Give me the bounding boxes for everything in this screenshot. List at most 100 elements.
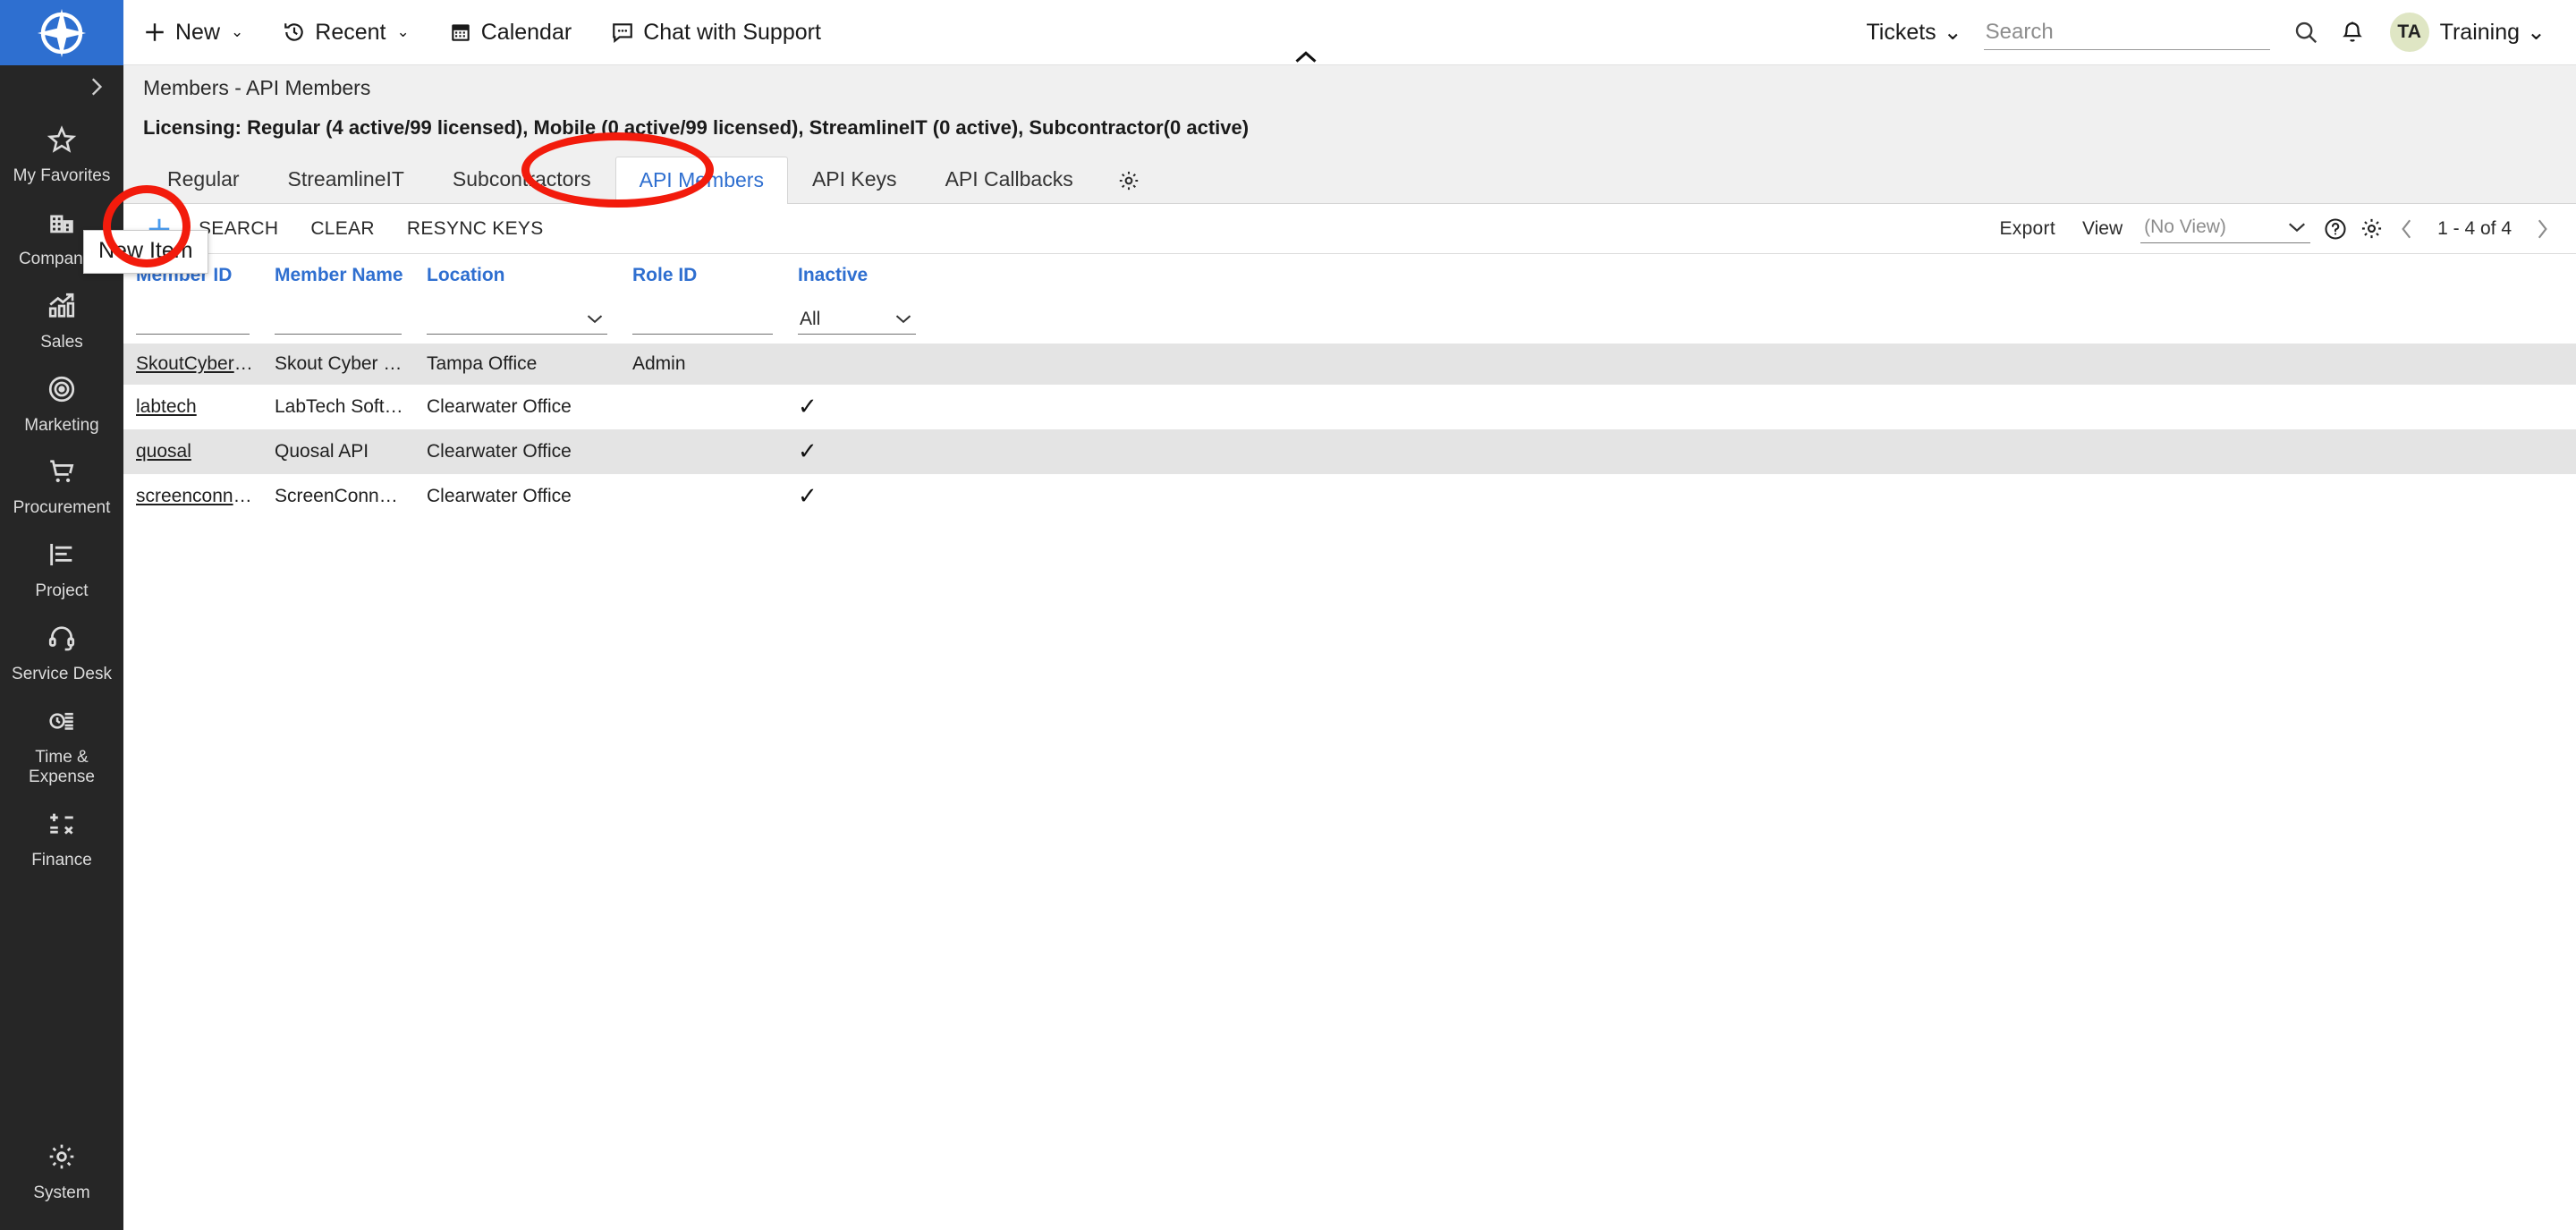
chevron-right-icon [84,75,107,103]
nav-calendar-label: Calendar [480,19,572,45]
table-row[interactable]: SkoutCyberSec Skout Cyber Secur... Tampa… [123,344,2576,385]
sidebar-item-service-desk[interactable]: Service Desk [0,610,123,693]
chevron-down-icon: ⌄ [396,23,410,40]
column-header-location[interactable]: Location [414,254,620,297]
export-button[interactable]: Export [1983,218,2072,240]
filter-cell-member-name [262,297,414,344]
sidebar-item-project[interactable]: Project [0,527,123,610]
nav-calendar-button[interactable]: Calendar [429,0,591,65]
view-select[interactable]: (No View) [2140,215,2311,243]
inactive-checkmark: ✓ [798,482,818,509]
member-id-link[interactable]: screenconnect [136,486,258,506]
cell-inactive [785,344,928,385]
tab-subcontractors[interactable]: Subcontractors [428,156,615,203]
sidebar-item-system[interactable]: System [0,1129,123,1212]
filter-input-member-id[interactable] [136,304,250,335]
tab-api-callbacks[interactable]: API Callbacks [921,156,1097,203]
cell-spacer [928,474,2576,519]
filter-input-role-id[interactable] [632,304,773,335]
sidebar-item-marketing[interactable]: Marketing [0,361,123,445]
target-icon [47,374,77,409]
table-row[interactable]: labtech LabTech Software Clearwater Offi… [123,385,2576,429]
sidebar-item-sales[interactable]: Sales [0,278,123,361]
cell-location: Clearwater Office [414,429,620,474]
global-search-wrapper [1983,14,2270,50]
sidebar-item-label: Marketing [24,415,99,435]
table-row[interactable]: quosal Quosal API Clearwater Office ✓ [123,429,2576,474]
filter-select-inactive[interactable]: All [798,304,916,335]
sidebar-item-time-and-expense[interactable]: Time & Expense [0,693,123,796]
chevron-down-icon [2289,223,2306,232]
tab-settings-gear-icon[interactable] [1097,160,1160,203]
main-content: Members - API Members Licensing: Regular… [123,65,2576,1230]
tab-regular[interactable]: Regular [143,156,264,203]
column-header-role-id[interactable]: Role ID [620,254,785,297]
calculator-icon [47,809,77,844]
cell-member-id: labtech [123,385,262,429]
sidebar-expand-toggle[interactable] [0,65,123,112]
chevron-down-icon [587,315,603,324]
avatar[interactable]: TA [2389,13,2429,52]
history-clock-icon [283,21,306,44]
chevron-down-icon: ⌄ [231,23,244,40]
bar-chart-arrow-icon [47,291,77,326]
nav-new-button[interactable]: New ⌄ [123,0,263,65]
user-name-label: Training [2439,19,2521,45]
sidebar-item-label: Time & Expense [29,747,95,786]
nav-recent-label: Recent [315,19,386,45]
inactive-checkmark: ✓ [798,393,818,420]
breadcrumb: Members - API Members [143,76,371,99]
sidebar-item-finance[interactable]: Finance [0,796,123,879]
table-row[interactable]: screenconnect ScreenConnect API Clearwat… [123,474,2576,519]
grid-toolbar: SEARCH CLEAR RESYNC KEYS Export View (No… [123,204,2576,254]
question-circle-icon[interactable] [2318,211,2353,247]
sidebar-item-label: My Favorites [13,166,111,185]
sidebar-item-label: Finance [31,850,92,869]
pager-prev-button[interactable] [2389,211,2425,247]
clock-list-icon [47,706,77,741]
nav-recent-button[interactable]: Recent ⌄ [263,0,428,65]
cell-inactive: ✓ [785,429,928,474]
cell-inactive: ✓ [785,474,928,519]
pager-next-button[interactable] [2524,211,2560,247]
bell-icon[interactable] [2329,9,2376,55]
cell-role-id [620,429,785,474]
building-icon [47,208,77,242]
filter-select-location[interactable] [427,304,607,335]
chevron-down-icon [895,315,911,324]
resync-keys-button[interactable]: RESYNC KEYS [391,218,560,240]
member-id-link[interactable]: quosal [136,441,191,462]
tab-api-members[interactable]: API Members [614,157,788,204]
filter-cell-inactive: All [785,297,928,344]
view-select-value: (No View) [2144,216,2226,237]
filter-cell-spacer [928,297,2576,344]
column-header-member-name[interactable]: Member Name [262,254,414,297]
members-table: Member ID Member Name Location Role ID I… [123,254,2576,519]
plus-icon [143,21,166,44]
search-icon[interactable] [2283,9,2329,55]
sidebar-item-my-favorites[interactable]: My Favorites [0,112,123,195]
cell-location: Tampa Office [414,344,620,385]
search-input[interactable] [1983,14,2270,50]
cell-member-id: quosal [123,429,262,474]
grid-settings-gear-icon[interactable] [2353,211,2389,247]
clear-button[interactable]: CLEAR [294,218,391,240]
chevron-up-icon[interactable] [1288,47,1324,68]
user-menu[interactable]: Training ⌄ [2440,19,2546,46]
tab-streamlineit[interactable]: StreamlineIT [264,156,428,203]
tab-api-keys[interactable]: API Keys [788,156,921,203]
cell-spacer [928,344,2576,385]
cell-member-id: SkoutCyberSec [123,344,262,385]
member-id-link[interactable]: SkoutCyberSec [136,353,262,374]
filter-input-member-name[interactable] [275,304,402,335]
sidebar-item-label: Procurement [13,498,111,518]
new-item-tooltip: New Item [83,230,208,274]
chevron-down-icon: ⌄ [1943,20,1962,45]
column-header-inactive[interactable]: Inactive [785,254,928,297]
nav-chat-with-support-button[interactable]: Chat with Support [591,0,841,65]
sidebar-item-procurement[interactable]: Procurement [0,444,123,527]
breadcrumb-bar: Members - API Members [123,65,2576,104]
connectwise-compass-logo[interactable] [0,0,123,65]
tickets-dropdown[interactable]: Tickets ⌄ [1866,19,1962,46]
member-id-link[interactable]: labtech [136,396,197,417]
